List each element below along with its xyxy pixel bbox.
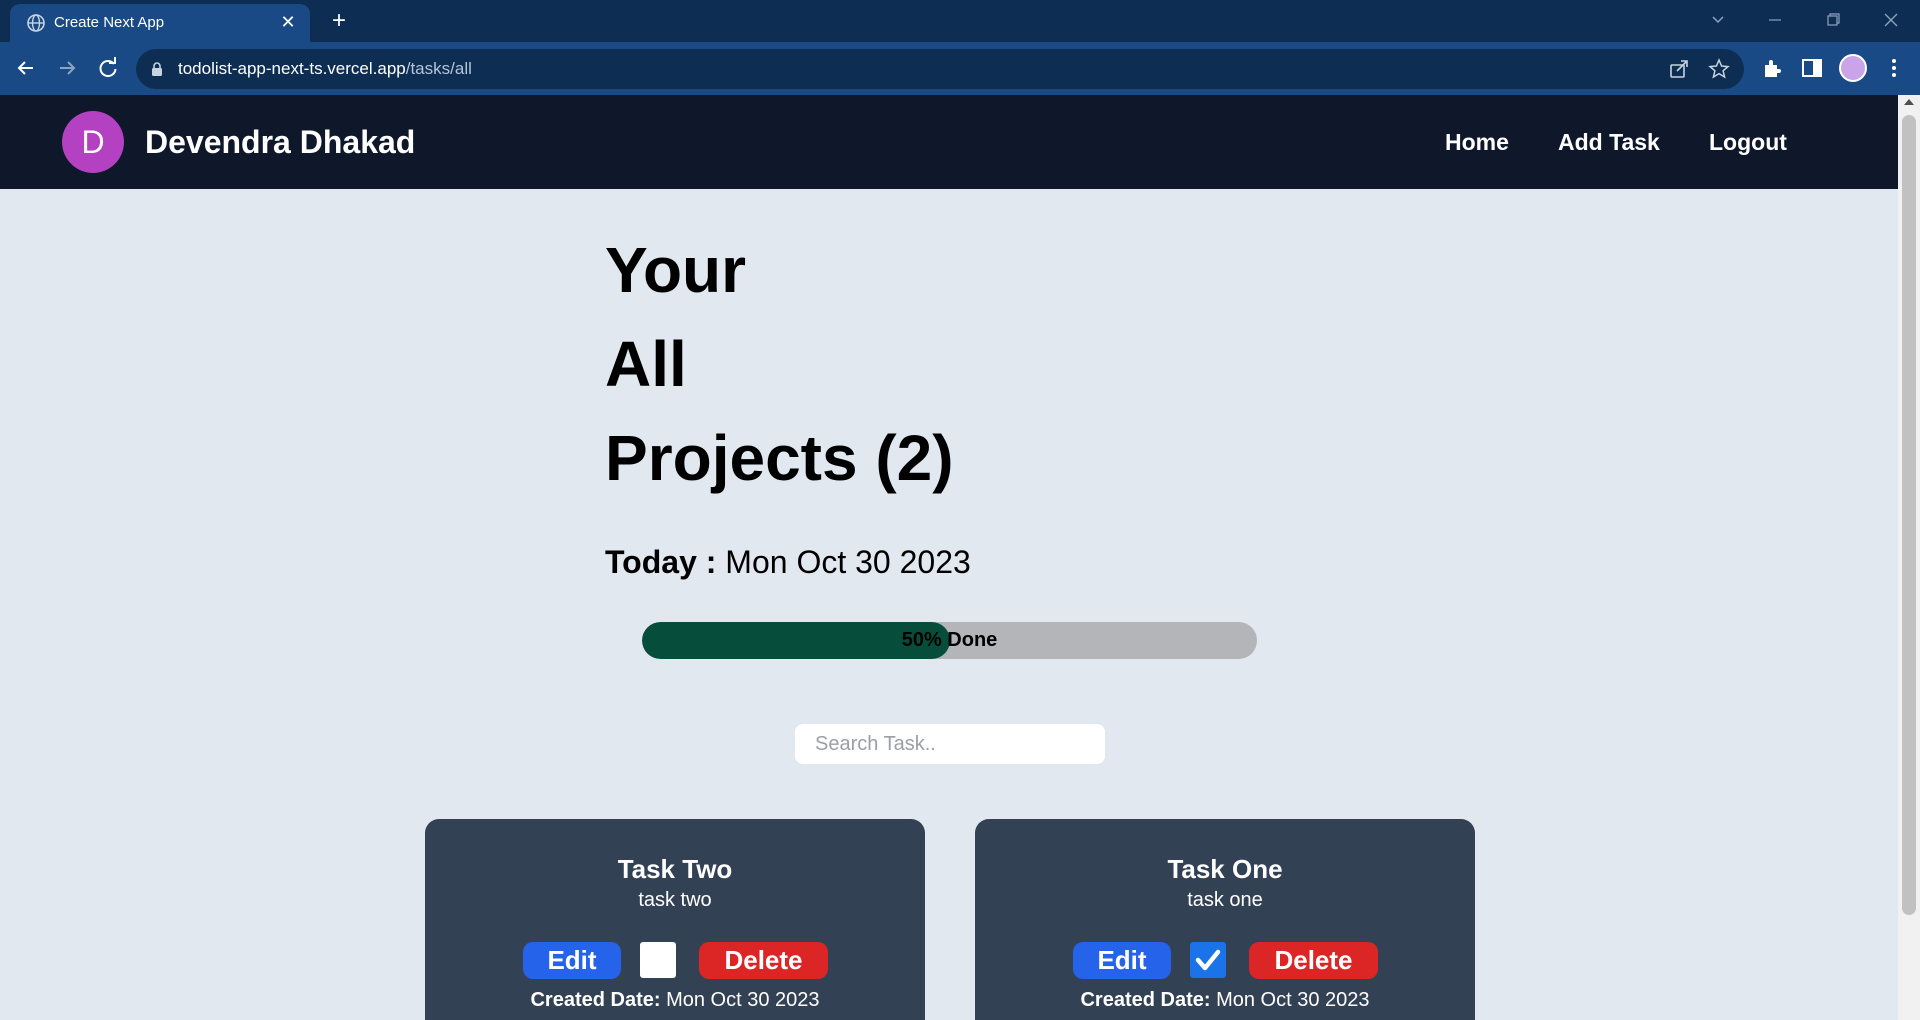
- page-title-line-3: Projects (2): [605, 422, 954, 494]
- page-title-line-1: Your: [605, 234, 747, 306]
- edit-button[interactable]: Edit: [523, 942, 621, 979]
- task-title: Task Two: [617, 854, 733, 884]
- created-date-label: Created Date:: [530, 989, 661, 1011]
- scroll-thumb[interactable]: [1902, 115, 1916, 915]
- task-done-checkbox[interactable]: [1190, 942, 1226, 978]
- address-bar[interactable]: todolist-app-next-ts.vercel.app/tasks/al…: [136, 49, 1744, 89]
- share-icon[interactable]: [1668, 58, 1690, 80]
- app-navbar: D Devendra Dhakad Home Add Task Logout: [0, 95, 1898, 189]
- tab-search-icon[interactable]: [1703, 6, 1733, 34]
- page-title-line-2: All: [605, 328, 687, 400]
- page-viewport: D Devendra Dhakad Home Add Task Logout Y…: [0, 95, 1920, 1020]
- minimize-icon[interactable]: [1760, 6, 1790, 34]
- edit-button[interactable]: Edit: [1073, 942, 1171, 979]
- tab-title: Create Next App: [54, 14, 165, 31]
- created-date: Created Date: Mon Oct 30 2023: [975, 987, 1475, 1013]
- created-date-value: Mon Oct 30 2023: [1216, 989, 1370, 1011]
- search-input[interactable]: [795, 724, 1105, 764]
- progress-bar: 50% Done: [642, 622, 1257, 659]
- avatar[interactable]: D: [62, 111, 124, 173]
- reload-icon[interactable]: [94, 54, 122, 82]
- close-icon[interactable]: ✕: [276, 10, 300, 34]
- new-tab-icon[interactable]: +: [325, 8, 353, 36]
- checkmark-icon: [1195, 949, 1221, 971]
- task-description: task one: [1187, 889, 1263, 911]
- delete-button[interactable]: Delete: [699, 942, 828, 979]
- task-description: task two: [638, 889, 712, 911]
- forward-arrow-icon[interactable]: [53, 54, 81, 82]
- url-path: /tasks/all: [405, 59, 472, 78]
- url-text[interactable]: todolist-app-next-ts.vercel.app/tasks/al…: [178, 59, 472, 79]
- more-vert-icon[interactable]: [1882, 56, 1906, 80]
- today-label: Today :: [605, 544, 717, 580]
- today-date: Mon Oct 30 2023: [725, 544, 971, 580]
- task-card: Task Two task two Edit Delete Created Da…: [425, 819, 925, 1020]
- globe-icon: [27, 14, 45, 32]
- delete-button[interactable]: Delete: [1249, 942, 1378, 979]
- extensions-icon[interactable]: [1760, 56, 1784, 80]
- brand-name[interactable]: Devendra Dhakad: [145, 123, 415, 161]
- browser-tab[interactable]: Create Next App ✕: [10, 4, 310, 42]
- today-line: Today : Mon Oct 30 2023: [605, 542, 971, 582]
- task-card: Task One task one Edit Delete Created Da…: [975, 819, 1475, 1020]
- created-date-value: Mon Oct 30 2023: [666, 989, 820, 1011]
- back-arrow-icon[interactable]: [12, 54, 40, 82]
- lock-icon[interactable]: [150, 62, 164, 76]
- url-domain: todolist-app-next-ts.vercel.app: [178, 59, 406, 78]
- progress-label: 50% Done: [901, 629, 998, 651]
- scroll-up-arrow-icon[interactable]: [1904, 99, 1914, 105]
- side-panel-icon[interactable]: [1800, 56, 1824, 80]
- nav-link-home[interactable]: Home: [1445, 127, 1509, 157]
- nav-link-logout[interactable]: Logout: [1709, 127, 1787, 157]
- task-title: Task One: [1167, 854, 1283, 884]
- window-close-icon[interactable]: [1876, 6, 1906, 34]
- profile-avatar[interactable]: [1839, 54, 1867, 82]
- restore-icon[interactable]: [1818, 6, 1848, 34]
- browser-titlebar: Create Next App ✕ +: [0, 0, 1920, 42]
- created-date-label: Created Date:: [1080, 989, 1211, 1011]
- star-icon[interactable]: [1708, 58, 1730, 80]
- nav-link-add-task[interactable]: Add Task: [1558, 127, 1660, 157]
- browser-toolbar: todolist-app-next-ts.vercel.app/tasks/al…: [0, 42, 1920, 95]
- task-done-checkbox[interactable]: [640, 942, 676, 978]
- page-scrollbar[interactable]: [1898, 95, 1920, 1020]
- created-date: Created Date: Mon Oct 30 2023: [425, 987, 925, 1013]
